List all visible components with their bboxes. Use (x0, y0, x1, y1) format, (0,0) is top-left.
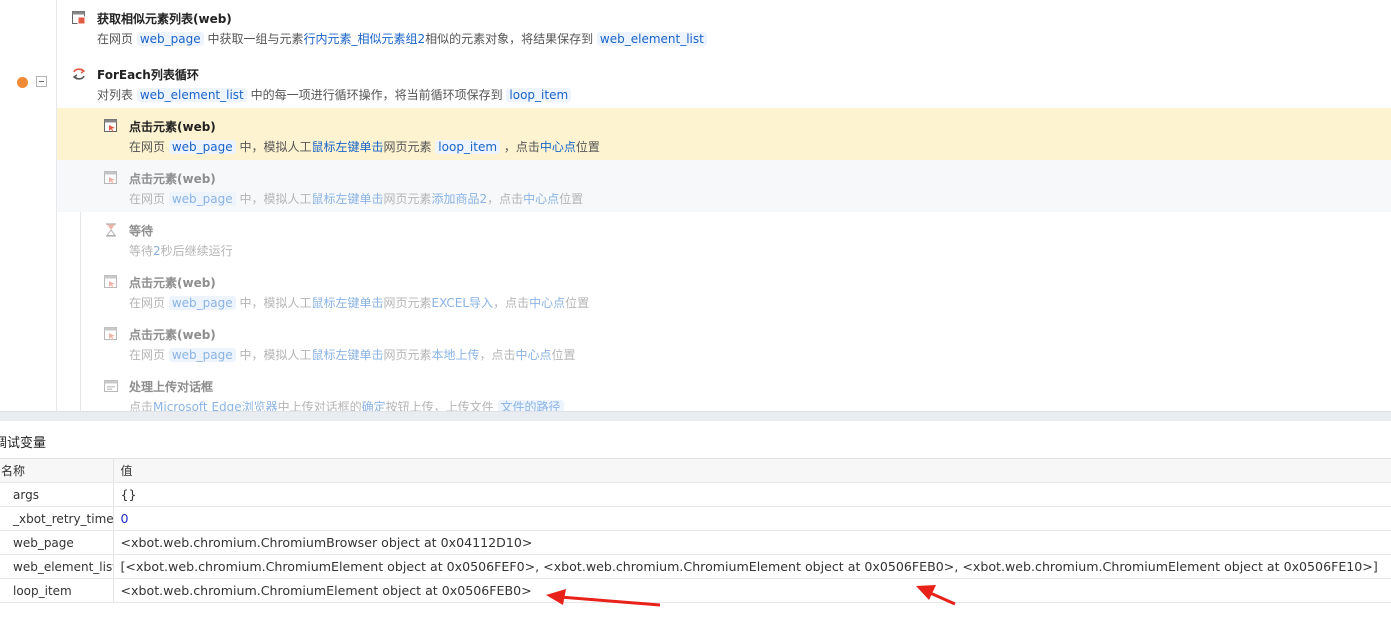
column-header-value[interactable]: 值 (113, 458, 1391, 483)
table-row[interactable]: _xbot_retry_time 0 (0, 506, 1391, 531)
variable-name: loop_item (0, 578, 114, 603)
keyword: 2 (153, 244, 161, 258)
variable-value: <xbot.web.chromium.ChromiumElement objec… (113, 578, 1391, 603)
step-title: 点击元素(web) (129, 276, 216, 290)
variable-tag: web_page (168, 296, 236, 310)
keyword: 鼠标左键单击 (311, 140, 384, 154)
variable-name: args (0, 482, 114, 507)
step-description: 在网页 web_page 中获取一组与元素行内元素_相似元素组2相似的元素对象，… (97, 31, 707, 47)
table-row[interactable]: web_page <xbot.web.chromium.ChromiumBrow… (0, 530, 1391, 555)
step-wait[interactable]: 等待 等待2秒后继续运行 (57, 212, 1391, 264)
variable-tag: web_element_list (136, 88, 247, 102)
step-title: 获取相似元素列表(web) (97, 12, 232, 26)
collapse-toggle[interactable] (36, 76, 47, 87)
variable-tag: loop_item (506, 88, 572, 102)
step-handle-upload-dialog[interactable]: 处理上传对话框 点击Microsoft Edge浏览器中上传对话框的确定按钮上传… (57, 368, 1391, 411)
element-ref: 本地上传 (431, 348, 480, 362)
keyword: Microsoft Edge浏览器 (153, 400, 278, 411)
step-title: 点击元素(web) (129, 328, 216, 342)
variable-tag: web_page (136, 32, 204, 46)
panel-splitter[interactable] (0, 411, 1391, 421)
step-description: 在网页 web_page 中，模拟人工鼠标左键单击网页元素本地上传，点击中心点位… (129, 348, 576, 362)
keyword: 鼠标左键单击 (311, 192, 384, 206)
keyword: 中心点 (523, 192, 560, 206)
debug-variables-title: 调试变量 (0, 436, 47, 451)
variable-tag: loop_item (435, 140, 501, 154)
table-row[interactable]: web_element_list [<xbot.web.chromium.Chr… (0, 554, 1391, 579)
step-description: 在网页 web_page 中，模拟人工鼠标左键单击网页元素 loop_item … (129, 140, 600, 154)
step-title: 点击元素(web) (129, 120, 216, 134)
web-list-icon (72, 11, 86, 25)
step-description: 在网页 web_page 中，模拟人工鼠标左键单击网页元素添加商品2，点击中心点… (129, 192, 584, 206)
step-title: 处理上传对话框 (129, 380, 214, 394)
click-element-icon (104, 327, 117, 340)
element-ref: EXCEL导入 (431, 296, 494, 310)
variable-tag: 文件的路径 (497, 400, 564, 411)
step-description: 等待2秒后继续运行 (129, 244, 233, 258)
step-foreach-loop[interactable]: ForEach列表循环 对列表 web_element_list 中的每一项进行… (57, 56, 1391, 108)
flow-editor: 获取相似元素列表(web) 在网页 web_page 中获取一组与元素行内元素_… (0, 0, 1391, 411)
variable-value: 0 (113, 506, 1391, 531)
keyword: 确定 (361, 400, 386, 411)
column-header-name[interactable]: 名称 (0, 458, 114, 483)
variable-tag: web_page (168, 140, 236, 154)
step-click-element-excel-import[interactable]: 点击元素(web) 在网页 web_page 中，模拟人工鼠标左键单击网页元素E… (57, 264, 1391, 316)
variable-tag: web_page (168, 348, 236, 362)
keyword: 中心点 (539, 140, 576, 154)
step-click-element-local-upload[interactable]: 点击元素(web) 在网页 web_page 中，模拟人工鼠标左键单击网页元素本… (57, 316, 1391, 368)
element-ref: 行内元素_相似元素组2 (303, 32, 426, 46)
step-click-element-current[interactable]: 点击元素(web) 在网页 web_page 中，模拟人工鼠标左键单击网页元素 … (57, 108, 1391, 160)
step-title: 点击元素(web) (129, 172, 216, 186)
variable-name: web_page (0, 530, 114, 555)
step-title: 等待 (129, 224, 154, 238)
breakpoint-dot[interactable] (17, 77, 28, 88)
click-element-icon (104, 119, 117, 132)
keyword: 中心点 (515, 348, 552, 362)
step-get-similar-elements[interactable]: 获取相似元素列表(web) 在网页 web_page 中获取一组与元素行内元素_… (57, 0, 1391, 52)
gutter (0, 0, 57, 411)
keyword: 鼠标左键单击 (311, 348, 384, 362)
click-element-icon (104, 171, 117, 184)
variable-value: [<xbot.web.chromium.ChromiumElement obje… (113, 554, 1391, 579)
variable-tag: web_page (168, 192, 236, 206)
variable-tag: web_element_list (596, 32, 707, 46)
variable-name: web_element_list (0, 554, 114, 579)
step-title: ForEach列表循环 (97, 68, 199, 82)
step-description: 点击Microsoft Edge浏览器中上传对话框的确定按钮上传，上传文件 文件… (129, 399, 564, 411)
loop-icon (72, 68, 86, 80)
element-ref: 添加商品2 (431, 192, 488, 206)
click-element-icon (104, 275, 117, 288)
step-description: 对列表 web_element_list 中的每一项进行循环操作，将当前循环项保… (97, 87, 572, 103)
table-row[interactable]: args {} (0, 482, 1391, 507)
hourglass-icon (106, 223, 116, 237)
table-row[interactable]: loop_item <xbot.web.chromium.ChromiumEle… (0, 578, 1391, 603)
variable-name: _xbot_retry_time (0, 506, 114, 531)
keyword: 鼠标左键单击 (311, 296, 384, 310)
variable-value: <xbot.web.chromium.ChromiumBrowser objec… (113, 530, 1391, 555)
table-header: 名称 值 (0, 458, 1391, 483)
step-description: 在网页 web_page 中，模拟人工鼠标左键单击网页元素EXCEL导入，点击中… (129, 296, 590, 310)
variable-value: {} (113, 482, 1391, 507)
step-click-element-add-product[interactable]: 点击元素(web) 在网页 web_page 中，模拟人工鼠标左键单击网页元素添… (57, 160, 1391, 212)
keyword: 中心点 (529, 296, 566, 310)
dialog-icon (104, 380, 118, 392)
debug-variables-table: 名称 值 args {} _xbot_retry_time 0 web_page… (0, 458, 1391, 603)
